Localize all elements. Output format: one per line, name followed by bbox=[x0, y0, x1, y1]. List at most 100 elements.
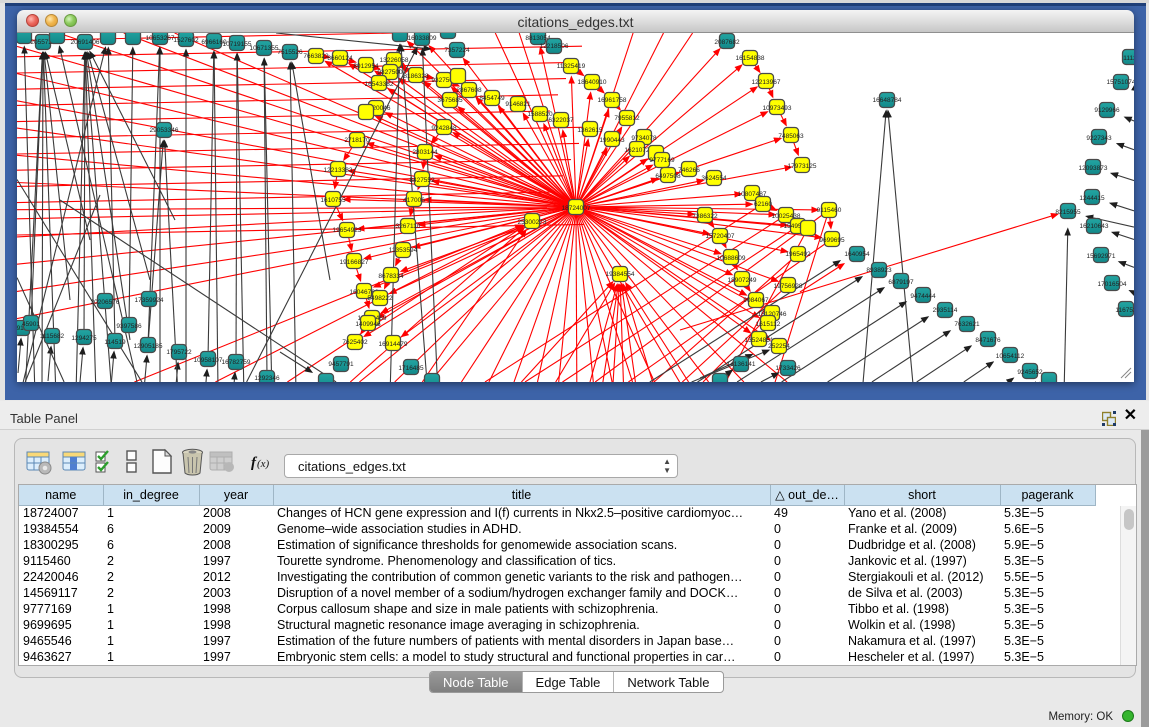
svg-text:3267110: 3267110 bbox=[396, 223, 421, 230]
svg-text:16782759: 16782759 bbox=[222, 359, 251, 366]
svg-text:5498222: 5498222 bbox=[367, 295, 393, 302]
svg-text:12213383: 12213383 bbox=[324, 167, 353, 174]
svg-text:7485063: 7485063 bbox=[778, 133, 804, 140]
svg-text:9115460: 9115460 bbox=[817, 207, 842, 214]
svg-text:7663822: 7663822 bbox=[303, 53, 329, 60]
svg-text:9146821: 9146821 bbox=[505, 101, 531, 108]
svg-text:17359924: 17359924 bbox=[135, 297, 164, 304]
svg-text:9474444: 9474444 bbox=[910, 293, 936, 300]
svg-text:1610755: 1610755 bbox=[320, 197, 346, 204]
svg-text:114519: 114519 bbox=[104, 339, 126, 346]
svg-text:11325419: 11325419 bbox=[557, 63, 586, 70]
svg-text:9397586: 9397586 bbox=[116, 323, 142, 330]
svg-text:20206576: 20206576 bbox=[91, 299, 120, 306]
svg-text:3675685: 3675685 bbox=[437, 97, 463, 104]
svg-text:14136141: 14136141 bbox=[727, 361, 756, 368]
svg-text:11353594: 11353594 bbox=[389, 247, 418, 254]
svg-text:17016504: 17016504 bbox=[1098, 281, 1127, 288]
svg-text:10958107: 10958107 bbox=[194, 357, 223, 364]
svg-text:9699695: 9699695 bbox=[819, 237, 845, 244]
svg-text:16210643: 16210643 bbox=[1080, 223, 1109, 230]
svg-text:8215955: 8215955 bbox=[1055, 209, 1081, 216]
svg-text:2718170: 2718170 bbox=[344, 137, 370, 144]
svg-text:12218506: 12218506 bbox=[540, 43, 569, 50]
svg-text:9242848: 9242848 bbox=[431, 125, 457, 132]
svg-text:1990443: 1990443 bbox=[599, 137, 625, 144]
svg-text:252254: 252254 bbox=[768, 343, 790, 350]
svg-text:9129966: 9129966 bbox=[1094, 107, 1120, 114]
svg-text:3624554: 3624554 bbox=[701, 175, 727, 182]
svg-text:2935114: 2935114 bbox=[933, 307, 958, 314]
svg-text:1640954: 1640954 bbox=[844, 251, 870, 258]
svg-text:19654923: 19654923 bbox=[333, 227, 362, 234]
svg-text:1716485: 1716485 bbox=[398, 365, 424, 372]
svg-text:1292346: 1292346 bbox=[254, 375, 280, 382]
svg-text:1965492: 1965492 bbox=[785, 251, 811, 258]
svg-text:18907249: 18907249 bbox=[728, 277, 757, 284]
svg-text:15751074: 15751074 bbox=[1107, 79, 1134, 86]
svg-text:7955812: 7955812 bbox=[614, 115, 640, 122]
svg-text:19384554: 19384554 bbox=[606, 271, 635, 278]
svg-text:1112: 1112 bbox=[1123, 55, 1134, 62]
svg-text:10688609: 10688609 bbox=[717, 255, 746, 262]
svg-text:9227343: 9227343 bbox=[1086, 135, 1112, 142]
svg-text:7625402: 7625402 bbox=[342, 339, 368, 346]
svg-text:16648784: 16648784 bbox=[873, 97, 902, 104]
svg-text:16914479: 16914479 bbox=[379, 341, 408, 348]
svg-text:417006: 417006 bbox=[403, 197, 425, 204]
svg-text:8660124: 8660124 bbox=[327, 55, 353, 62]
svg-text:8186328: 8186328 bbox=[403, 73, 429, 80]
svg-text:746266: 746266 bbox=[678, 167, 700, 174]
svg-text:7357224: 7357224 bbox=[444, 47, 470, 54]
svg-text:25300273: 25300273 bbox=[518, 219, 547, 226]
svg-text:9777169: 9777169 bbox=[649, 157, 675, 164]
svg-text:17973125: 17973125 bbox=[788, 163, 817, 170]
svg-text:12213967: 12213967 bbox=[752, 79, 781, 86]
svg-text:19756928: 19756928 bbox=[774, 283, 803, 290]
svg-text:10653267: 10653267 bbox=[146, 35, 175, 42]
svg-text:8454749: 8454749 bbox=[479, 95, 505, 102]
svg-text:16543382: 16543382 bbox=[365, 81, 394, 88]
svg-text:2087682: 2087682 bbox=[714, 39, 740, 46]
svg-text:16961758: 16961758 bbox=[598, 97, 627, 104]
svg-text:1795722: 1795722 bbox=[166, 349, 192, 356]
svg-text:8678334: 8678334 bbox=[378, 273, 404, 280]
svg-text:6497508: 6497508 bbox=[655, 173, 681, 180]
svg-text:45901: 45901 bbox=[22, 321, 40, 328]
svg-text:1294275: 1294275 bbox=[71, 335, 97, 342]
svg-text:1409946: 1409946 bbox=[355, 321, 381, 328]
svg-text:7515526: 7515526 bbox=[277, 49, 303, 56]
svg-text:1115682: 1115682 bbox=[40, 333, 65, 340]
svg-text:10973493: 10973493 bbox=[763, 105, 792, 112]
svg-text:29053346: 29053346 bbox=[150, 127, 179, 134]
svg-text:6879197: 6879197 bbox=[888, 279, 914, 286]
svg-text:1615112: 1615112 bbox=[756, 321, 781, 328]
svg-text:(x): (x) bbox=[257, 458, 270, 470]
svg-text:1362615: 1362615 bbox=[577, 127, 603, 134]
svg-text:1527602: 1527602 bbox=[173, 37, 199, 44]
svg-text:2803144: 2803144 bbox=[412, 149, 438, 156]
svg-text:8427552: 8427552 bbox=[409, 177, 435, 184]
svg-text:18724007: 18724007 bbox=[562, 205, 591, 212]
svg-text:9457791: 9457791 bbox=[328, 361, 354, 368]
svg-text:12905185: 12905185 bbox=[134, 343, 163, 350]
svg-text:20691406: 20691406 bbox=[71, 39, 100, 46]
svg-text:6322037: 6322037 bbox=[548, 117, 574, 124]
svg-text:8471676: 8471676 bbox=[975, 337, 1001, 344]
svg-text:8938923: 8938923 bbox=[866, 267, 892, 274]
svg-text:7632621: 7632621 bbox=[954, 321, 980, 328]
svg-text:62160: 62160 bbox=[754, 201, 772, 208]
svg-text:15692971: 15692971 bbox=[1087, 253, 1116, 260]
svg-text:8912954: 8912954 bbox=[353, 63, 379, 70]
svg-text:7386322: 7386322 bbox=[692, 213, 718, 220]
svg-text:10719155: 10719155 bbox=[223, 41, 252, 48]
svg-text:1621072: 1621072 bbox=[624, 147, 650, 154]
svg-text:13226058: 13226058 bbox=[380, 57, 409, 64]
svg-text:1733426: 1733426 bbox=[775, 365, 801, 372]
svg-text:15720407: 15720407 bbox=[706, 233, 735, 240]
svg-text:116753: 116753 bbox=[1115, 307, 1134, 314]
svg-text:10671355: 10671355 bbox=[250, 45, 279, 52]
svg-text:9245652: 9245652 bbox=[1017, 369, 1043, 376]
svg-text:19166827: 19166827 bbox=[340, 259, 369, 266]
svg-text:10654112: 10654112 bbox=[996, 353, 1025, 360]
